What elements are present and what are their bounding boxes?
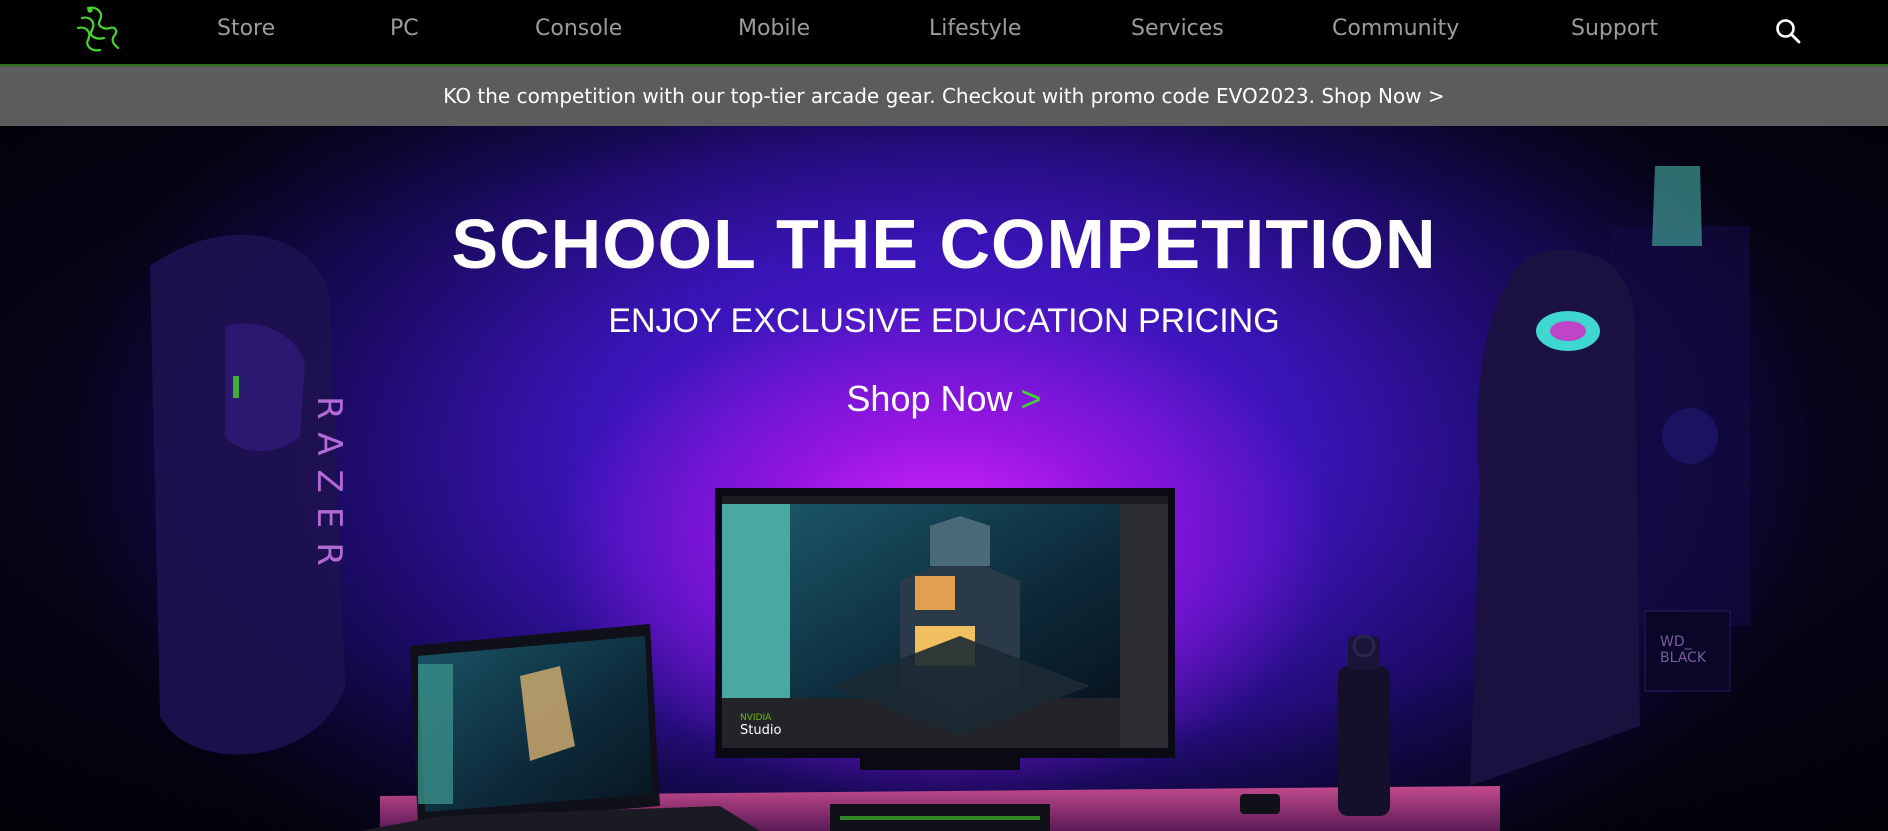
top-navbar: Store PC Console Mobile Lifestyle Servic… <box>0 0 1888 66</box>
svg-text:RAZER: RAZER <box>309 396 349 580</box>
nav-store[interactable]: Store <box>217 12 275 46</box>
hero-shop-now-link[interactable]: Shop Now > <box>0 378 1888 420</box>
hero-subtitle: ENJOY EXCLUSIVE EDUCATION PRICING <box>608 302 1280 340</box>
nav-community[interactable]: Community <box>1332 12 1459 46</box>
hero-title: SCHOOL THE COMPETITION <box>451 205 1437 283</box>
shop-now-label[interactable]: Shop Now <box>846 378 1012 419</box>
nav-pc[interactable]: PC <box>390 12 419 46</box>
svg-text:NVIDIA: NVIDIA <box>740 713 772 723</box>
search-icon[interactable] <box>1774 17 1802 45</box>
svg-text:WD_: WD_ <box>1660 634 1693 650</box>
nav-lifestyle[interactable]: Lifestyle <box>929 12 1021 46</box>
svg-text:Studio: Studio <box>740 723 781 738</box>
promo-banner[interactable]: KO the competition with our top-tier arc… <box>0 66 1888 126</box>
chevron-right-icon[interactable]: > <box>1021 378 1042 419</box>
nav-console[interactable]: Console <box>535 12 622 46</box>
hero-banner: RAZER WD_ BLACK Studio NVIDIA SCHOOL THE… <box>0 126 1888 831</box>
nav-mobile[interactable]: Mobile <box>738 12 810 46</box>
nav-services[interactable]: Services <box>1131 12 1224 46</box>
nav-support[interactable]: Support <box>1571 12 1658 46</box>
razer-snake-logo-icon[interactable] <box>70 2 124 56</box>
svg-text:BLACK: BLACK <box>1660 650 1707 666</box>
